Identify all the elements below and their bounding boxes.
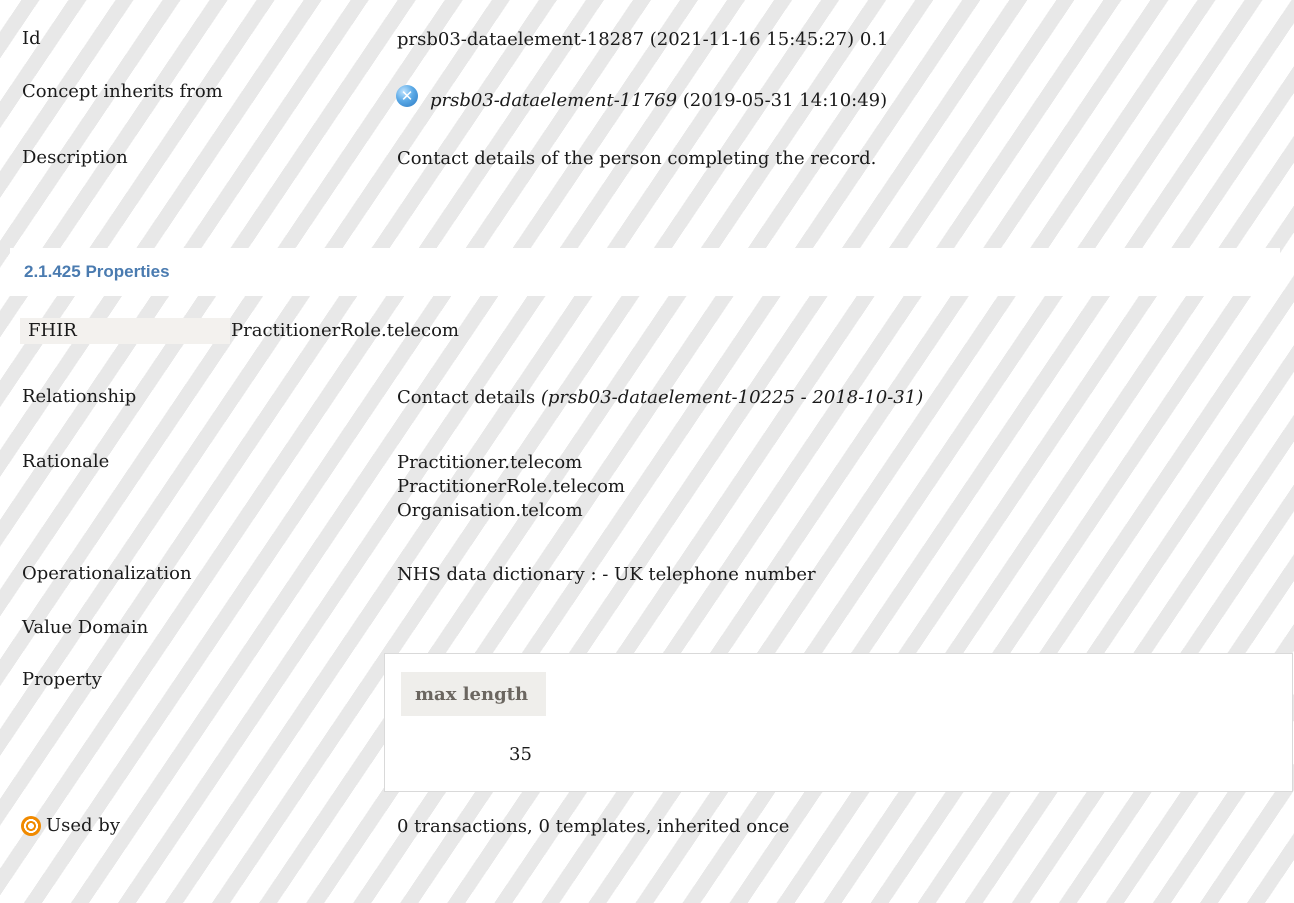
fhir-value: PractitionerRole.telecom [231, 320, 459, 341]
used-by-label: Used by [46, 815, 120, 836]
inherits-date: (2019-05-31 14:10:49) [677, 90, 888, 111]
fhir-label-box: FHIR [20, 318, 230, 344]
property-table-header: max length [401, 672, 546, 716]
id-value: prsb03-dataelement-18287 (2021-11-16 15:… [397, 29, 889, 50]
max-length-value: 35 [509, 744, 532, 765]
property-label: Property [22, 669, 102, 690]
rationale-label: Rationale [22, 451, 110, 472]
rationale-line: Practitioner.telecom [397, 452, 583, 473]
used-by-value: 0 transactions, 0 templates, inherited o… [397, 816, 790, 837]
inherits-label: Concept inherits from [22, 81, 223, 102]
relationship-name: Contact details [397, 387, 541, 408]
fhir-label: FHIR [28, 320, 77, 341]
rationale-line: Organisation.telcom [397, 500, 583, 521]
operationalization-value: NHS data dictionary : - UK telephone num… [397, 564, 816, 585]
relationship-label: Relationship [22, 386, 137, 407]
relationship-ref: (prsb03-dataelement-10225 - 2018-10-31) [540, 387, 924, 408]
relationship-value: Contact details (prsb03-dataelement-1022… [397, 386, 923, 410]
max-length-header: max length [415, 684, 529, 705]
rationale-list: Practitioner.telecom PractitionerRole.te… [397, 451, 625, 523]
property-table: max length 35 [384, 653, 1293, 792]
target-icon [21, 816, 41, 836]
description-label: Description [22, 147, 128, 168]
inherits-ref-link[interactable]: prsb03-dataelement-11769 [430, 90, 677, 111]
description-value: Contact details of the person completing… [397, 148, 877, 169]
value-domain-label: Value Domain [22, 617, 149, 638]
inherits-value: prsb03-dataelement-11769 (2019-05-31 14:… [430, 89, 887, 113]
remove-circle-icon[interactable]: ✕ [396, 85, 418, 107]
properties-section-header: 2.1.425 Properties [10, 248, 1280, 296]
id-label: Id [22, 28, 41, 49]
operationalization-label: Operationalization [22, 563, 192, 584]
rationale-line: PractitionerRole.telecom [397, 476, 625, 497]
section-title: 2.1.425 Properties [24, 262, 170, 281]
